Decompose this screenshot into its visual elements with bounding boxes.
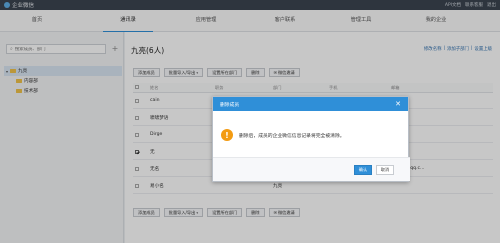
dialog-message: 删除后，成员的企业微信信息记录将完全被清除。 (239, 133, 345, 139)
close-icon[interactable]: ✕ (395, 100, 401, 108)
dialog-title: 删除成员 (220, 102, 240, 108)
cancel-button[interactable]: 取消 (376, 164, 394, 175)
confirm-button[interactable]: 确认 (354, 164, 372, 175)
delete-member-dialog: 删除成员 ✕ ! 删除后，成员的企业微信信息记录将完全被清除。 确认 取消 (212, 96, 410, 182)
dialog-body: ! 删除后，成员的企业微信信息记录将完全被清除。 (213, 111, 410, 159)
warning-icon: ! (221, 129, 233, 141)
dialog-header: 删除成员 ✕ (213, 97, 408, 111)
dialog-footer: 确认 取消 (213, 157, 410, 181)
